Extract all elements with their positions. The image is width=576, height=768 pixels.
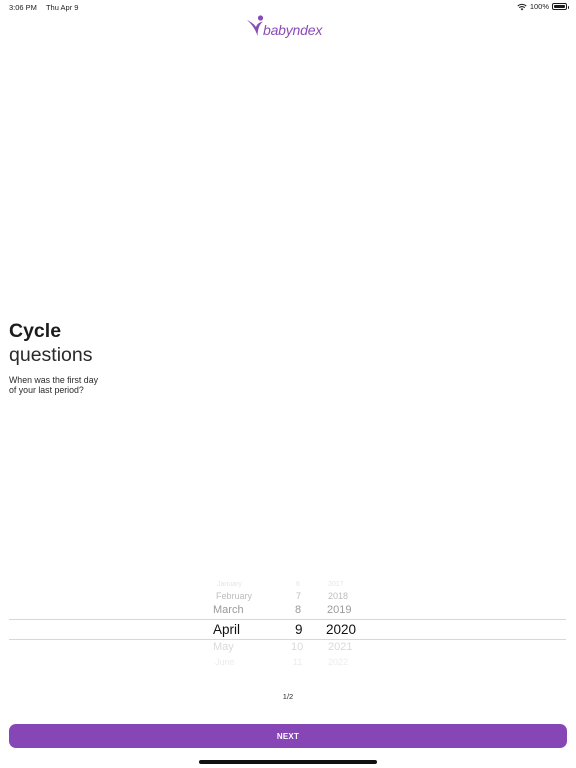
battery-percent: 100% xyxy=(529,2,549,11)
picker-day-column[interactable]: 6 7 8 9 10 11 xyxy=(285,581,315,669)
picker-month-column[interactable]: January February March April May June xyxy=(211,581,281,669)
question-text: When was the first day of your last peri… xyxy=(9,375,119,395)
status-bar: 3:06 PM Thu Apr 9 100% xyxy=(0,0,576,14)
status-right: 100% xyxy=(517,2,569,11)
picker-month-item[interactable]: March xyxy=(213,604,244,616)
picker-day-item[interactable]: 10 xyxy=(291,641,303,653)
picker-month-item[interactable]: February xyxy=(216,591,252,601)
status-date: Thu Apr 9 xyxy=(45,3,79,12)
wifi-icon xyxy=(517,3,527,10)
picker-month-selected[interactable]: April xyxy=(213,622,240,637)
battery-icon xyxy=(552,3,569,10)
next-button[interactable]: NEXT xyxy=(9,724,567,748)
picker-year-column[interactable]: 2017 2018 2019 2020 2021 2022 xyxy=(319,581,379,669)
picker-year-item[interactable]: 2019 xyxy=(327,604,351,616)
page-title: Cycle questions xyxy=(9,319,92,367)
picker-day-item[interactable]: 11 xyxy=(293,657,302,667)
status-left: 3:06 PM Thu Apr 9 xyxy=(9,3,78,12)
question-line-2: of your last period? xyxy=(9,385,84,395)
title-light: questions xyxy=(9,344,93,366)
date-picker[interactable]: January February March April May June 6 … xyxy=(9,581,566,669)
home-indicator[interactable] xyxy=(199,760,377,764)
title-bold: Cycle xyxy=(9,320,62,342)
picker-year-item[interactable]: 2018 xyxy=(328,591,348,601)
picker-year-item[interactable]: 2022 xyxy=(328,657,348,667)
picker-year-item[interactable]: 2021 xyxy=(328,641,352,653)
picker-month-item[interactable]: May xyxy=(213,641,234,653)
picker-month-item[interactable]: June xyxy=(215,657,235,667)
picker-month-item[interactable]: January xyxy=(217,581,242,588)
picker-day-selected[interactable]: 9 xyxy=(295,622,303,637)
battery-fill xyxy=(554,5,565,8)
picker-day-item[interactable]: 8 xyxy=(295,604,301,616)
picker-year-selected[interactable]: 2020 xyxy=(326,622,356,637)
picker-year-item[interactable]: 2017 xyxy=(328,581,344,588)
picker-day-item[interactable]: 7 xyxy=(296,591,301,601)
babyndex-logo: babyndex xyxy=(246,14,336,40)
logo-text: babyndex xyxy=(263,22,323,38)
question-line-1: When was the first day xyxy=(9,375,98,385)
status-time: 3:06 PM xyxy=(9,3,37,12)
picker-day-item[interactable]: 6 xyxy=(296,581,300,588)
page-indicator: 1/2 xyxy=(282,692,294,701)
